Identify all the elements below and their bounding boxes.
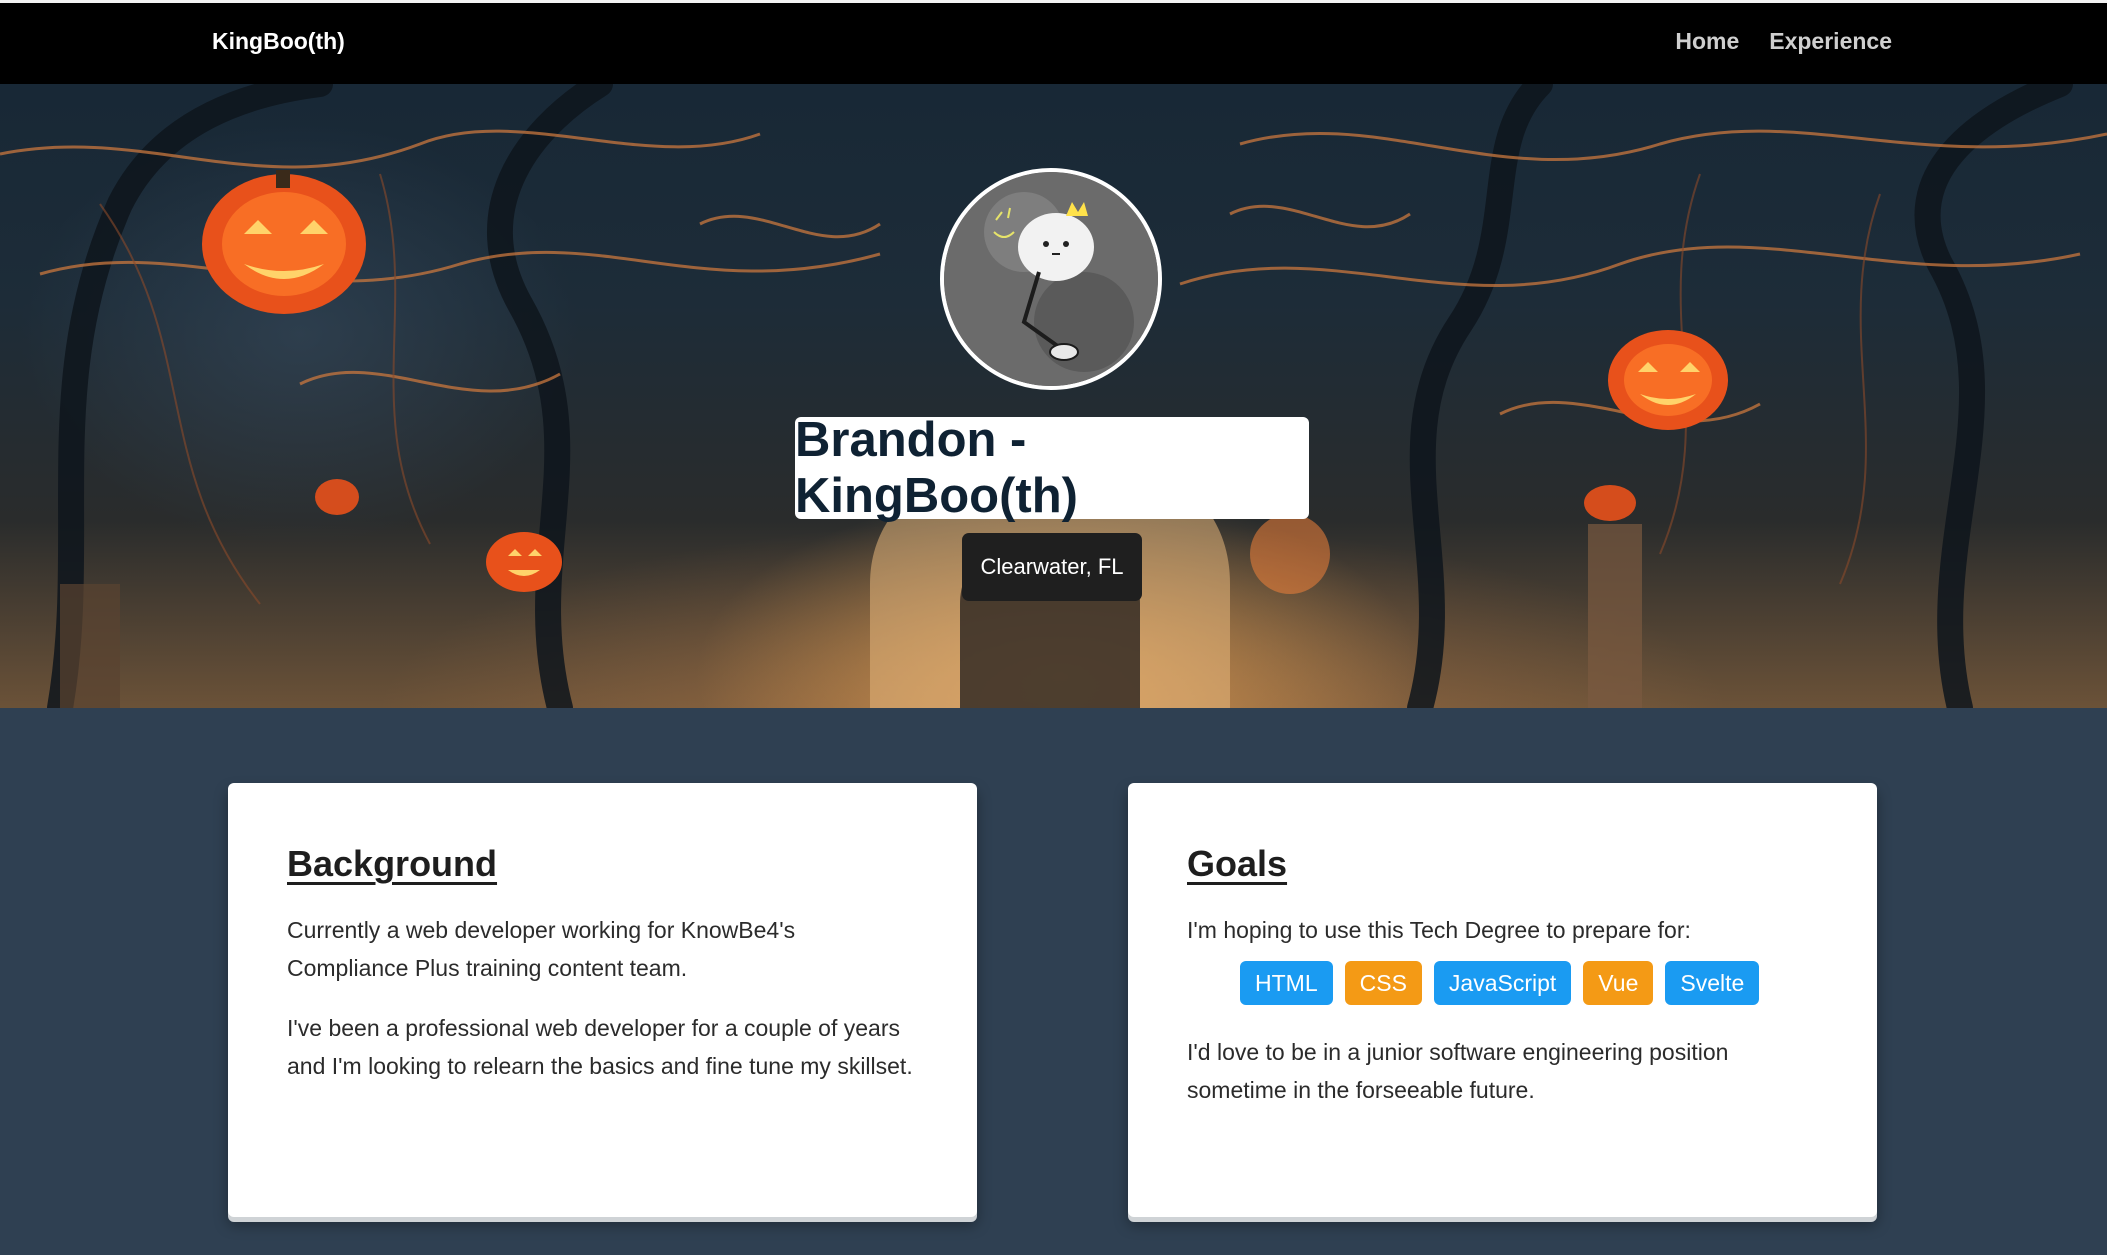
goals-intro: I'm hoping to use this Tech Degree to pr… bbox=[1187, 917, 1691, 943]
brand-link[interactable]: KingBoo(th) bbox=[212, 28, 345, 55]
goals-heading: Goals bbox=[1187, 843, 1288, 884]
hero-banner: Brandon - KingBoo(th) Clearwater, FL bbox=[0, 84, 2107, 708]
background-paragraph-1: Currently a web developer working for Kn… bbox=[287, 917, 796, 981]
background-paragraph-2: I've been a professional web developer f… bbox=[287, 1015, 913, 1079]
ghost-king-avatar-icon bbox=[944, 172, 1158, 386]
tag-html: HTML bbox=[1240, 961, 1333, 1005]
page-title: Brandon - KingBoo(th) bbox=[795, 413, 1078, 523]
background-heading: Background bbox=[287, 843, 498, 884]
navbar: KingBoo(th) Home Experience bbox=[0, 3, 2107, 84]
nav-link-experience[interactable]: Experience bbox=[1769, 28, 1892, 55]
goals-card: Goals I'm hoping to use this Tech Degree… bbox=[1128, 783, 1877, 1217]
nav-link-home[interactable]: Home bbox=[1675, 28, 1739, 55]
goals-outro: I'd love to be in a junior software engi… bbox=[1187, 1039, 1729, 1103]
tag-svelte: Svelte bbox=[1665, 961, 1760, 1005]
avatar bbox=[940, 168, 1162, 390]
skill-tags: HTML CSS JavaScript Vue Svelte bbox=[1240, 961, 1818, 1005]
hero-title-box: Brandon - KingBoo(th) bbox=[795, 413, 1309, 523]
nav-links: Home Experience bbox=[1675, 28, 1892, 55]
tag-javascript: JavaScript bbox=[1433, 961, 1572, 1005]
location-badge: Clearwater, FL bbox=[962, 533, 1142, 601]
background-card: Background Currently a web developer wor… bbox=[228, 783, 977, 1217]
tag-css: CSS bbox=[1344, 961, 1422, 1005]
tag-vue: Vue bbox=[1583, 961, 1654, 1005]
